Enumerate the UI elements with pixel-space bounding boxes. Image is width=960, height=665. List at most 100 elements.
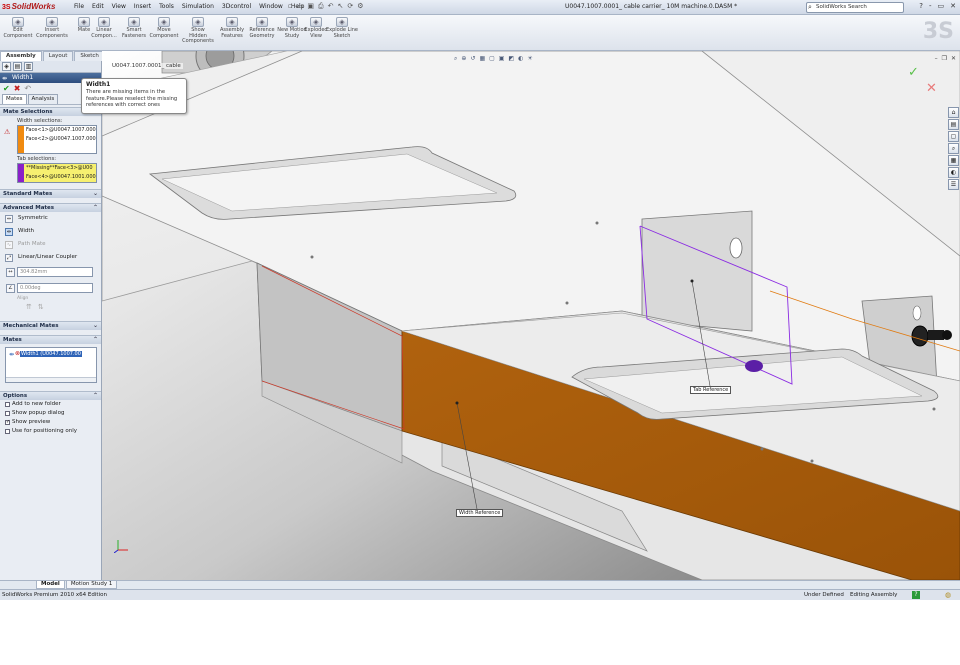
menu-item-insert[interactable]: Insert [130,2,155,11]
checkbox[interactable] [5,402,10,407]
menu-item-simulation[interactable]: Simulation [178,2,218,11]
width-reference-callout[interactable]: Width Reference [456,509,504,517]
menu-item-3dcontrol[interactable]: 3Dcontrol [218,2,255,11]
search-results-icon[interactable]: ⌕ [948,143,959,154]
anti-aligned-icon[interactable]: ⇅ [38,303,44,311]
standard-mates-header[interactable]: Standard Mates ⌄ [0,189,101,198]
graphics-area[interactable]: U0047.1007.0001_ cable ⌕ ⊕ ↺ ▦ ▢ ▣ ◩ ◐ ☀… [102,51,960,580]
save-icon[interactable]: ▣ [307,2,314,11]
tab-sketch[interactable]: Sketch [74,51,105,61]
flyout-tree-root[interactable]: U0047.1007.0001_ cable [110,63,183,69]
move-component-button[interactable]: ◈ Move Component [148,17,180,39]
explode-line-button[interactable]: ◈ Explode Line Sketch [326,17,358,39]
search-input[interactable]: ⌕ SolidWorks Search [806,2,904,13]
checkbox[interactable]: ✓ [5,420,10,425]
checkbox[interactable] [5,429,10,434]
previous-view-icon[interactable]: ↺ [470,55,475,63]
tab-mates[interactable]: Mates [2,94,27,104]
option-show-popup-dialog[interactable]: Show popup dialog [0,409,101,418]
tab-reference-callout[interactable]: Tab Reference [690,386,732,394]
tab-layout[interactable]: Layout [42,51,74,61]
close-button[interactable]: ✕ [950,2,956,10]
custom-properties-icon[interactable]: ☰ [948,179,959,190]
help-button[interactable]: ? [919,2,923,10]
select-icon[interactable]: ↖ [337,2,343,11]
show-hidden-button[interactable]: ◈ Show Hidden Components [182,17,214,45]
help-icon[interactable]: ? [912,591,920,599]
cancel-button[interactable]: ✖ [14,85,21,93]
distance-spinbox[interactable]: ↔ 304.82mm [6,267,93,277]
aligned-icon[interactable]: ⇈ [26,303,32,311]
path-mate-option[interactable]: ∿ Path Mate [0,238,101,251]
horizontal-scrollbar[interactable] [6,377,96,382]
open-icon[interactable]: ▭ [297,2,304,11]
symmetric-mate-option[interactable]: ⇔ Symmetric [0,212,101,225]
assembly-features-button[interactable]: ◈ Assembly Features [216,17,248,39]
edit-appearance-icon[interactable]: ◐ [518,55,523,63]
section-view-icon[interactable]: ▦ [479,55,485,63]
width-selections-box[interactable]: Face<1>@U0047.1007.0005 Face<2>@U0047.10… [17,125,97,154]
checkbox[interactable] [5,411,10,416]
tab-assembly[interactable]: Assembly [0,51,42,61]
option-add-to-new-folder[interactable]: Add to new folder [0,400,101,409]
tab-selections-box[interactable]: **Missing**Face<3>@U00 Face<4>@U0047.100… [17,163,97,183]
options-icon[interactable]: ⚙ [357,2,363,11]
model-render[interactable] [102,51,960,580]
edit-component-button[interactable]: ◈ Edit Component [2,17,34,39]
advanced-mates-header[interactable]: Advanced Mates ⌃ [0,203,101,212]
undo-button[interactable]: ↶ [24,85,31,93]
menu-item-tools[interactable]: Tools [155,2,178,11]
width-mate-option[interactable]: ⇹ Width [0,225,101,238]
mates-list[interactable]: ⇹ ⊗ Width1 (U0047.1007.00 [5,347,97,383]
viewport-close-button[interactable]: ✕ [951,55,956,62]
smart-fasteners-button[interactable]: ◈ Smart Fasteners [118,17,150,39]
ok-button[interactable]: ✔ [3,85,10,93]
selection-item[interactable]: Face<4>@U0047.1001.0002 [18,173,96,182]
tab-motion-study[interactable]: Motion Study 1 [65,581,118,589]
config-manager-icon[interactable]: ▥ [24,62,33,71]
property-manager-icon[interactable]: ▤ [13,62,22,71]
display-style-icon[interactable]: ▣ [499,55,505,63]
mates-header[interactable]: Mates ⌃ [0,335,101,344]
tab-model[interactable]: Model [36,581,65,589]
maximize-button[interactable]: ▭ [938,2,945,10]
list-item[interactable]: Width1 (U0047.1007.00 [20,351,82,357]
file-explorer-icon[interactable]: ▢ [948,131,959,142]
menu-item-file[interactable]: File [70,2,88,11]
menu-item-view[interactable]: View [108,2,130,11]
zoom-area-icon[interactable]: ⊕ [461,55,466,63]
options-header[interactable]: Options ⌃ [0,391,101,400]
insert-components-button[interactable]: ◈ Insert Components [36,17,68,39]
selection-item[interactable]: Face<1>@U0047.1007.0005 [18,126,96,135]
selection-item-missing[interactable]: **Missing**Face<3>@U00 [18,164,96,173]
appearances-icon[interactable]: ◐ [948,167,959,178]
apply-scene-icon[interactable]: ☀ [527,55,532,63]
app-logo[interactable]: 3SSolidWorks [2,2,55,13]
option-show-preview[interactable]: ✓ Show preview [0,418,101,427]
confirm-ok-icon[interactable]: ✓ [908,65,919,80]
viewport-minimize-button[interactable]: – [935,55,938,62]
undo-icon[interactable]: ↶ [328,2,334,11]
rebuild-status-icon[interactable]: ◍ [945,590,951,600]
minimize-button[interactable]: - [929,2,932,10]
linear-pattern-button[interactable]: ◈ Linear Compon... [88,17,120,39]
mechanical-mates-header[interactable]: Mechanical Mates ⌄ [0,321,101,330]
linear-coupler-option[interactable]: ⤢ Linear/Linear Coupler [0,251,101,264]
new-document-icon[interactable]: ▫ [288,2,293,11]
zoom-to-fit-icon[interactable]: ⌕ [454,55,457,63]
rebuild-icon[interactable]: ⟳ [347,2,353,11]
view-orientation-icon[interactable]: ▢ [489,55,495,63]
hide-show-icon[interactable]: ◩ [508,55,514,63]
view-palette-icon[interactable]: ▦ [948,155,959,166]
option-use-for-positioning-only[interactable]: Use for positioning only [0,427,101,436]
confirm-cancel-icon[interactable]: ✕ [926,81,937,96]
print-icon[interactable]: ⎙ [318,2,324,11]
feature-manager-icon[interactable]: ◈ [2,62,11,71]
design-library-icon[interactable]: ▤ [948,119,959,130]
viewport-restore-button[interactable]: ❐ [942,55,947,62]
angle-spinbox[interactable]: ∠ 0.00deg [6,283,93,293]
menu-item-window[interactable]: Window [255,2,287,11]
menu-item-edit[interactable]: Edit [88,2,108,11]
selection-item[interactable]: Face<2>@U0047.1007.0005 [18,135,96,144]
tab-analysis[interactable]: Analysis [27,94,59,104]
